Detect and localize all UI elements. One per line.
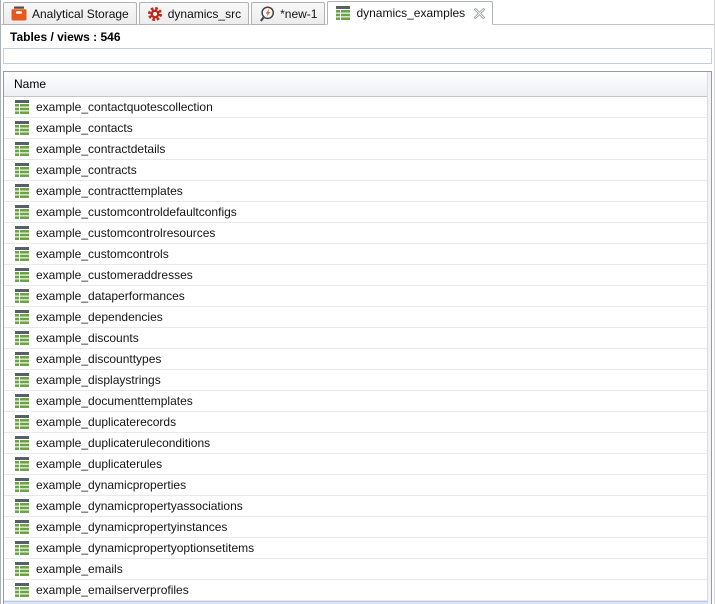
- table-row-label: example_contracts: [36, 163, 137, 177]
- table-icon: [14, 520, 30, 534]
- table-icon: [14, 121, 30, 135]
- table-icon: [14, 478, 30, 492]
- table-row-label: example_duplicateruleconditions: [36, 436, 210, 450]
- table-row[interactable]: example_discounts: [4, 328, 711, 349]
- table-icon: [14, 310, 30, 324]
- table-row-label: example_discounts: [36, 331, 139, 345]
- close-icon[interactable]: [474, 8, 485, 19]
- table-icon: [14, 142, 30, 156]
- tab-dynamics-examples[interactable]: dynamics_examples: [327, 1, 493, 25]
- table-row-label: example_emails: [36, 562, 123, 576]
- table-overflow-strip: [707, 72, 711, 604]
- table-icon: [14, 562, 30, 576]
- table-icon: [14, 268, 30, 282]
- table-row-label: example_contractdetails: [36, 142, 165, 156]
- table-row[interactable]: example_duplicaterecords: [4, 412, 711, 433]
- tab-label: dynamics_examples: [356, 6, 465, 20]
- table-icon: [14, 541, 30, 555]
- table-row-label: example_customcontroldefaultconfigs: [36, 205, 237, 219]
- table-icon: [14, 499, 30, 513]
- table-row[interactable]: example_duplicaterules: [4, 454, 711, 475]
- table-icon: [14, 205, 30, 219]
- table-row[interactable]: example_duplicateruleconditions: [4, 433, 711, 454]
- table-row[interactable]: example_customcontrolresources: [4, 223, 711, 244]
- table-row[interactable]: example_contactquotescollection: [4, 97, 711, 118]
- table-icon: [14, 373, 30, 387]
- tab-analytical-storage[interactable]: Analytical Storage: [3, 2, 137, 25]
- table-icon: [14, 436, 30, 450]
- tab-label: Analytical Storage: [32, 7, 129, 21]
- table-row[interactable]: example_emails: [4, 559, 711, 580]
- table-icon: [14, 226, 30, 240]
- table-row-label: example_dataperformances: [36, 289, 185, 303]
- table-row-label: example_contactquotescollection: [36, 100, 213, 114]
- tab-label: *new-1: [280, 7, 317, 21]
- table-icon: [14, 331, 30, 345]
- table-icon: [14, 457, 30, 471]
- tables-grid: Name example_contactquotescollection: [3, 71, 712, 604]
- table-row-label: example_duplicaterecords: [36, 415, 176, 429]
- table-row-label: example_dynamicproperties: [36, 478, 186, 492]
- table-row-label: example_documenttemplates: [36, 394, 193, 408]
- table-row[interactable]: example_dataperformances: [4, 286, 711, 307]
- table-row-label: example_dynamicpropertyinstances: [36, 520, 227, 534]
- table-row[interactable]: example_contractdetails: [4, 139, 711, 160]
- tab-dynamics-src[interactable]: dynamics_src: [139, 2, 249, 25]
- table-icon: [14, 100, 30, 114]
- table-icon: [14, 394, 30, 408]
- table-row[interactable]: example_customcontroldefaultconfigs: [4, 202, 711, 223]
- table-row[interactable]: example_displaystrings: [4, 370, 711, 391]
- column-header-name[interactable]: Name: [4, 72, 711, 97]
- database-tool-window: Analytical Storage dynamics_src *new: [0, 0, 715, 604]
- table-row-label: example_displaystrings: [36, 373, 161, 387]
- table-row-label: example_dynamicpropertyassociations: [36, 499, 243, 513]
- table-body: example_contactquotescollection example_…: [4, 97, 711, 604]
- tab-new-1[interactable]: *new-1: [251, 2, 325, 25]
- toolbox-icon: [11, 6, 27, 21]
- table-icon: [14, 184, 30, 198]
- table-row-label: example_duplicaterules: [36, 457, 162, 471]
- gear-icon: [147, 6, 163, 22]
- table-row[interactable]: example_emailserverprofiles: [4, 580, 711, 601]
- table-icon: [14, 247, 30, 261]
- table-icon: [335, 6, 351, 20]
- table-row[interactable]: example_contracts: [4, 160, 711, 181]
- table-row-label: example_dependencies: [36, 310, 163, 324]
- table-row-label: example_contracttemplates: [36, 184, 183, 198]
- table-row[interactable]: example_documenttemplates: [4, 391, 711, 412]
- table-row-label: example_emailserverprofiles: [36, 583, 189, 597]
- table-row[interactable]: example_discounttypes: [4, 349, 711, 370]
- table-row-label: example_customeraddresses: [36, 268, 193, 282]
- table-icon: [14, 352, 30, 366]
- table-row[interactable]: example_contacts: [4, 118, 711, 139]
- tables-views-count: Tables / views : 546: [1, 25, 714, 47]
- table-row-label: example_discounttypes: [36, 352, 161, 366]
- table-row-label: example_dynamicpropertyoptionsetitems: [36, 541, 254, 555]
- table-row[interactable]: example_dependencies: [4, 307, 711, 328]
- table-icon: [14, 415, 30, 429]
- table-row[interactable]: example_dynamicpropertyassociations: [4, 496, 711, 517]
- table-icon: [14, 163, 30, 177]
- table-icon: [14, 289, 30, 303]
- table-row[interactable]: example_dynamicproperties: [4, 475, 711, 496]
- sql-editor-icon: [259, 6, 275, 22]
- table-row-label: example_customcontrolresources: [36, 226, 215, 240]
- table-row[interactable]: example_contracttemplates: [4, 181, 711, 202]
- tab-label: dynamics_src: [168, 7, 241, 21]
- table-icon: [14, 583, 30, 597]
- table-row[interactable]: example_customcontrols: [4, 244, 711, 265]
- filter-input[interactable]: [3, 48, 712, 64]
- table-row-label: example_customcontrols: [36, 247, 169, 261]
- table-row[interactable]: example_dynamicpropertyinstances: [4, 517, 711, 538]
- editor-tab-bar: Analytical Storage dynamics_src *new: [1, 0, 714, 25]
- table-row[interactable]: example_customeraddresses: [4, 265, 711, 286]
- table-row-label: example_contacts: [36, 121, 133, 135]
- table-row[interactable]: example_dynamicpropertyoptionsetitems: [4, 538, 711, 559]
